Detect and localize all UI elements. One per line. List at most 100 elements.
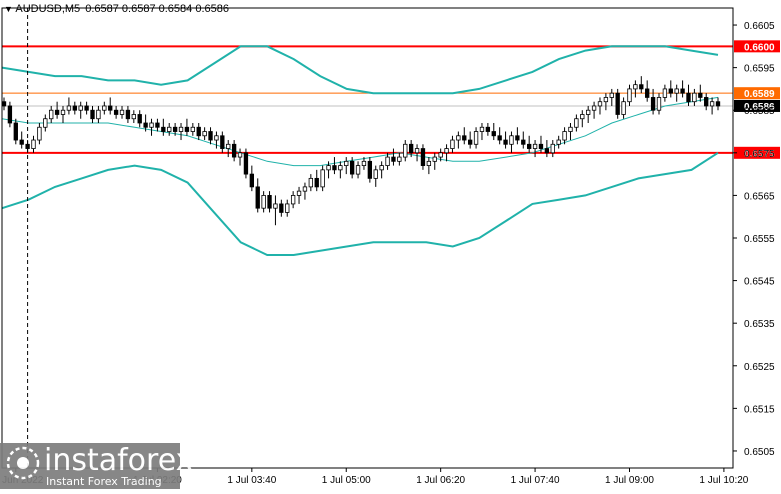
candle-body: [538, 143, 544, 149]
candle-body: [7, 105, 13, 124]
candle-body: [403, 143, 408, 158]
x-tick-label: 1 Jul 07:40: [511, 475, 560, 486]
candle-body: [586, 109, 591, 115]
candle-body: [243, 152, 249, 175]
candle-body: [320, 169, 325, 188]
candle-body: [332, 165, 337, 171]
candle-body: [72, 105, 77, 111]
brand-tagline: Instant Forex Trading: [46, 475, 162, 488]
instaforex-logo: instaforex Instant Forex Trading: [0, 443, 193, 489]
candle-body: [214, 135, 219, 141]
candle-body: [290, 195, 296, 205]
candle-body: [408, 143, 414, 154]
candle-body: [686, 92, 691, 103]
candle-body: [13, 122, 18, 141]
chart-area[interactable]: 0.6600 0.6589 0.6575 0.6586 0.6605 0.6595 0.6…: [0, 0, 781, 489]
price-level-label: 0.6589: [744, 89, 775, 100]
candle-body: [37, 126, 42, 141]
candle-body: [202, 131, 207, 137]
candle-body: [178, 126, 184, 132]
instaforex-logo-icon: [6, 446, 40, 480]
candle-body: [479, 126, 485, 132]
candle-body: [527, 143, 532, 149]
candle-body: [373, 169, 378, 179]
candle-body: [49, 109, 54, 120]
candle-body: [314, 177, 319, 188]
candle-body: [462, 135, 467, 141]
candle-body: [485, 126, 491, 132]
candle-body: [609, 92, 614, 98]
candle-body: [662, 88, 668, 98]
y-tick-label: 0.6575: [744, 149, 775, 160]
candle-body: [467, 139, 473, 145]
candle-body: [190, 126, 195, 132]
price-chart[interactable]: 0.66000.65890.65750.6586 0.66050.65950.6…: [0, 0, 781, 489]
plot-frame: [1, 7, 734, 469]
candle-body: [113, 109, 119, 115]
candle-body: [426, 160, 432, 166]
candle-body: [692, 92, 697, 103]
candle-body: [131, 114, 136, 120]
candle-body: [603, 97, 609, 103]
candle-body: [591, 105, 597, 111]
candle-body: [149, 122, 154, 128]
y-tick-label: 0.6505: [744, 447, 775, 458]
candle-body: [208, 131, 213, 141]
candle-body: [1, 101, 7, 107]
candle-body: [633, 84, 638, 90]
candle-body: [698, 92, 703, 98]
y-tick-label: 0.6535: [744, 319, 775, 330]
candle-body: [656, 97, 662, 111]
candle-body: [414, 148, 420, 154]
candle-body: [556, 139, 561, 145]
candle-body: [125, 109, 131, 120]
candle-body: [196, 126, 201, 137]
candle-body: [397, 156, 402, 162]
candle-body: [473, 131, 479, 145]
candle-body: [385, 156, 390, 166]
y-tick-label: 0.6515: [744, 404, 775, 415]
candle-body: [491, 131, 496, 137]
candle-body: [645, 88, 650, 98]
y-tick-label: 0.6565: [744, 191, 775, 202]
candle-body: [597, 101, 603, 107]
candle-body: [137, 114, 142, 124]
candle-body: [172, 126, 178, 132]
candle-body: [226, 143, 231, 149]
candle-body: [285, 203, 290, 213]
y-tick-label: 0.6585: [744, 106, 775, 117]
candle-body: [550, 143, 555, 154]
candle-body: [119, 109, 125, 115]
candle-body: [509, 135, 514, 145]
y-tick-label: 0.6525: [744, 362, 775, 373]
candle-body: [391, 156, 396, 162]
candle-body: [273, 203, 278, 209]
candle-body: [544, 148, 550, 154]
candle-body: [231, 143, 237, 158]
candle-body: [574, 118, 579, 128]
candle-body: [420, 148, 426, 166]
candle-body: [650, 97, 656, 111]
candle-body: [355, 165, 361, 175]
triangle-down-icon[interactable]: ▼: [4, 4, 13, 14]
x-tick-label: 1 Jul 10:20: [699, 475, 748, 486]
candle-body: [379, 165, 384, 171]
candle-body: [78, 105, 83, 111]
candle-body: [521, 139, 526, 145]
candle-body: [438, 152, 443, 158]
candle-body: [627, 88, 632, 103]
candle-body: [220, 135, 225, 149]
ohlc-label: 0.6587 0.6587 0.6584 0.6586: [85, 3, 229, 15]
candle-body: [255, 186, 260, 209]
candle-body: [715, 101, 721, 107]
candle-body: [621, 101, 626, 115]
candle-body: [308, 177, 314, 188]
band-upper: [1, 45, 719, 95]
y-tick-label: 0.6605: [744, 21, 775, 32]
candle-body: [515, 135, 520, 141]
y-tick-label: 0.6555: [744, 234, 775, 245]
candles: [1, 76, 721, 226]
candle-body: [279, 203, 284, 213]
candle-body: [456, 135, 461, 141]
symbol-label: AUDUSD,M5: [15, 3, 81, 15]
